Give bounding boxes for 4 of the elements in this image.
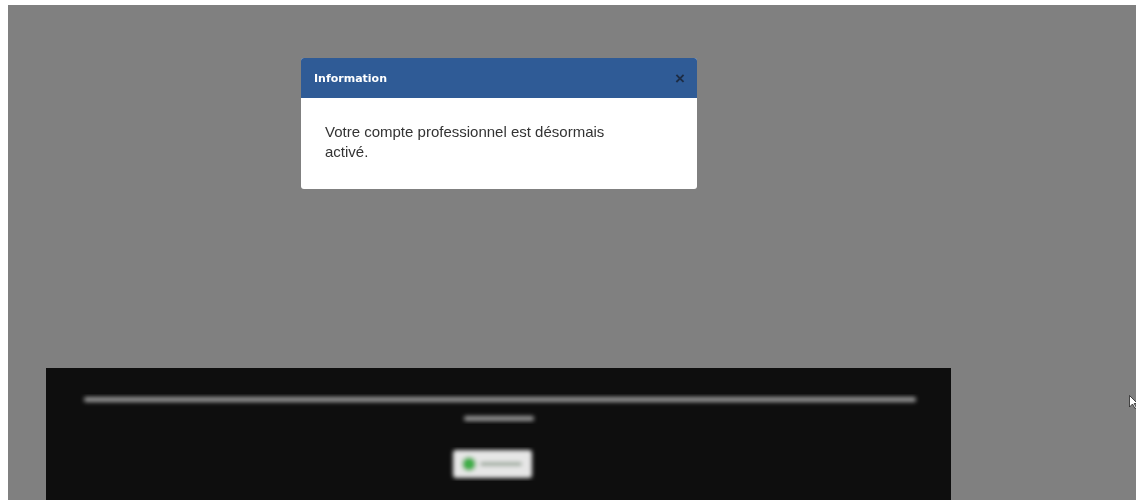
dialog-title: Information [314, 71, 387, 85]
cursor-icon [1129, 395, 1136, 409]
close-button[interactable]: × [675, 69, 685, 87]
dialog-message: Votre compte professionnel est désormais activé. [325, 122, 606, 162]
